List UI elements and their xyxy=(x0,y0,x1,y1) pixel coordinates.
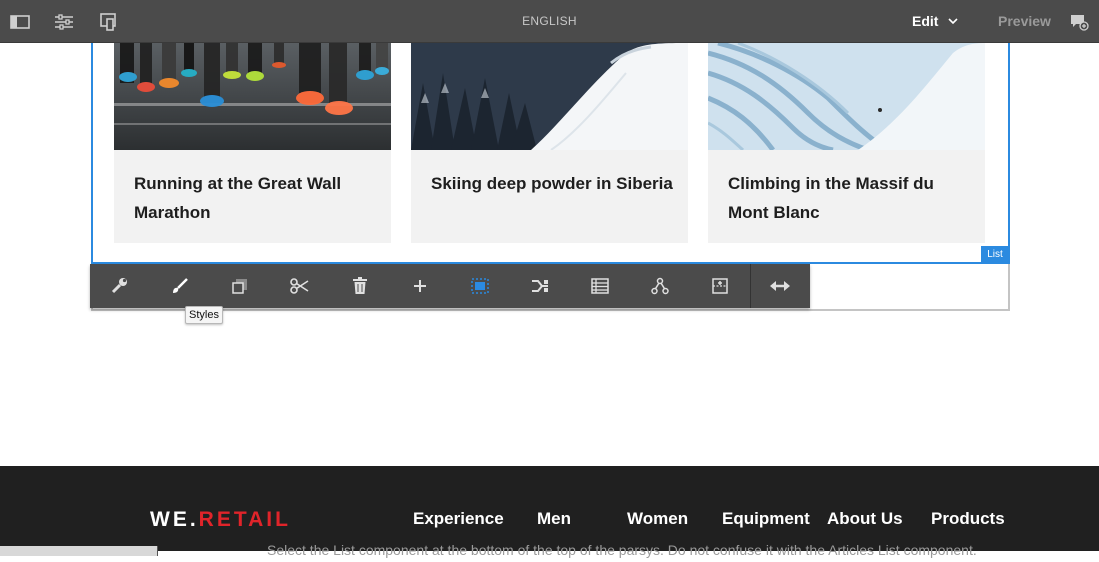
instruction-text: Select the List component at the bottom … xyxy=(267,542,977,558)
editor-topbar: ENGLISH Edit Preview xyxy=(0,0,1099,43)
logo-retail: RETAIL xyxy=(198,508,291,531)
configure-wrench-icon[interactable] xyxy=(90,264,150,308)
we-retail-logo[interactable]: WE.RETAIL xyxy=(150,508,291,532)
nav-experience[interactable]: Experience xyxy=(413,509,504,529)
site-footer: WE.RETAIL Experience Men Women Equipment… xyxy=(0,466,1099,558)
nav-men[interactable]: Men xyxy=(537,509,571,529)
parent-tree-icon[interactable] xyxy=(630,264,690,308)
resize-arrows-icon[interactable] xyxy=(750,264,810,308)
nav-products[interactable]: Products xyxy=(931,509,1005,529)
list-component-frame[interactable] xyxy=(91,43,1010,264)
preview-button[interactable]: Preview xyxy=(998,13,1051,29)
nav-about-us[interactable]: About Us xyxy=(827,509,903,529)
layout-table-icon[interactable] xyxy=(570,264,630,308)
nav-equipment[interactable]: Equipment xyxy=(722,509,810,529)
group-merge-icon[interactable] xyxy=(510,264,570,308)
delete-trash-icon[interactable] xyxy=(330,264,390,308)
chevron-down-icon xyxy=(948,18,959,25)
cut-scissors-icon[interactable] xyxy=(270,264,330,308)
component-toolbar xyxy=(90,264,810,308)
logo-we: WE. xyxy=(150,508,199,531)
annotate-icon[interactable] xyxy=(1068,11,1090,33)
styles-brush-icon[interactable] xyxy=(150,264,210,308)
edit-mode-dropdown[interactable]: Edit xyxy=(912,13,959,29)
copy-icon[interactable] xyxy=(210,264,270,308)
styles-tooltip: Styles xyxy=(185,306,223,324)
select-parent-icon[interactable] xyxy=(450,264,510,308)
edit-mode-label: Edit xyxy=(912,13,939,29)
insert-plus-icon[interactable] xyxy=(390,264,450,308)
nav-women[interactable]: Women xyxy=(627,509,688,529)
background-panel-edge xyxy=(0,546,158,556)
component-badge: List xyxy=(981,246,1009,263)
convert-component-icon[interactable] xyxy=(690,264,750,308)
